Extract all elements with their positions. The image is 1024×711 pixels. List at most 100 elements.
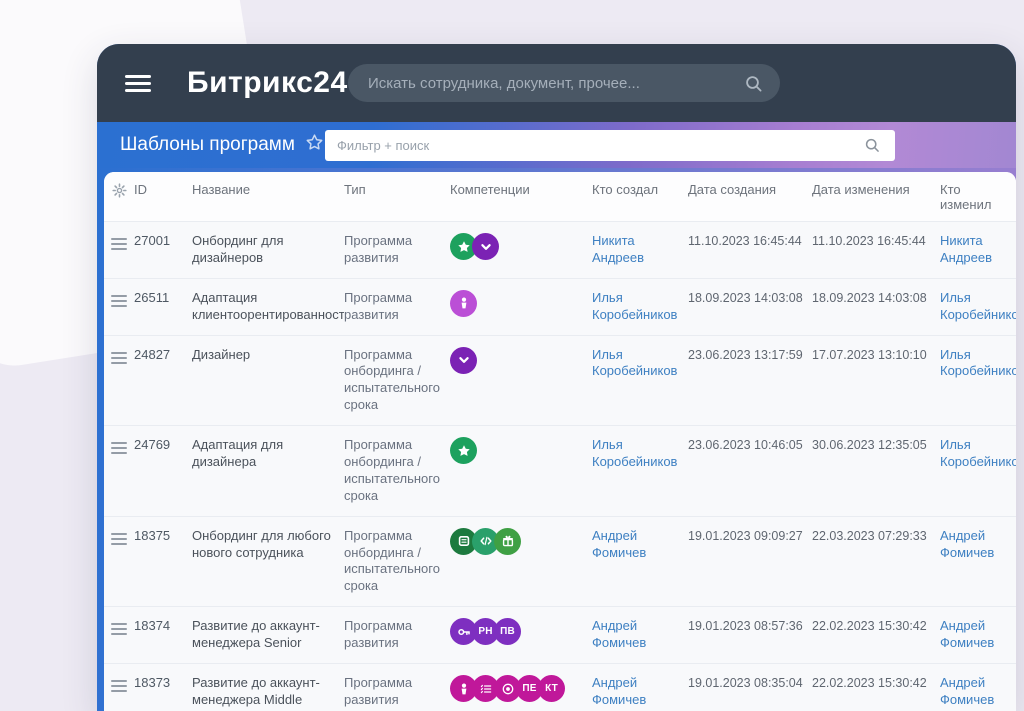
cell-modifier-link[interactable]: Илья Коробейников	[940, 290, 1016, 324]
cell-id: 24769	[134, 437, 171, 453]
favorite-star-icon[interactable]	[305, 133, 324, 157]
cell-creator-link[interactable]: Андрей Фомичев	[592, 528, 688, 562]
cell-modified-date: 17.07.2023 13:10:10	[812, 347, 927, 362]
competency-text-badge[interactable]: КТ	[538, 675, 565, 703]
cell-creator-link[interactable]: Андрей Фомичев	[592, 675, 688, 709]
cell-modifier-link[interactable]: Илья Коробейников	[940, 347, 1016, 381]
cell-name[interactable]: Онбординг для любого нового сотрудника	[192, 528, 344, 562]
cell-modified-date: 11.10.2023 16:45:44	[812, 234, 926, 248]
cell-modified-date: 22.02.2023 15:30:42	[812, 676, 927, 691]
cell-created-date: 23.06.2023 10:46:05	[688, 438, 803, 453]
cell-modified-date: 30.06.2023 12:35:05	[812, 438, 927, 453]
templates-grid: ID Название Тип Компетенции Кто создал Дата с…	[104, 172, 1016, 711]
cell-name[interactable]: Адаптация клиентоорентированность	[192, 290, 344, 324]
person-icon[interactable]	[450, 289, 477, 317]
cell-name[interactable]: Развитие до аккаунт-менеджера Senior	[192, 618, 344, 652]
cell-type: Программа онбординга / испытательного ср…	[344, 437, 440, 503]
row-drag-handle-icon[interactable]	[111, 620, 127, 638]
chevron-down-icon[interactable]	[450, 346, 477, 374]
column-header[interactable]: Дата создания	[688, 182, 812, 197]
cell-created-date: 19.01.2023 08:57:36	[688, 619, 803, 634]
cell-created-date: 18.09.2023 14:03:08	[688, 290, 803, 305]
row-drag-handle-icon[interactable]	[111, 235, 127, 253]
cell-competencies	[450, 527, 592, 555]
cell-name[interactable]: Развитие до аккаунт-менеджера Middle	[192, 675, 344, 709]
cell-creator-link[interactable]: Илья Коробейников	[592, 347, 688, 381]
column-header[interactable]: Кто изменил	[940, 182, 1016, 212]
cell-type: Программа развития	[344, 289, 413, 322]
cell-type: Программа онбординга / испытательного ср…	[344, 527, 440, 594]
table-row[interactable]: 18375 Онбординг для любого нового сотрудн…	[104, 515, 1016, 607]
content-area: ID Название Тип Компетенции Кто создал Дата с…	[97, 168, 1016, 711]
global-search-input[interactable]	[348, 64, 780, 102]
cell-type: Программа онбординга / испытательного ср…	[344, 346, 440, 413]
cell-id: 24827	[134, 346, 171, 362]
page-title: Шаблоны программ	[120, 134, 295, 155]
cell-competencies	[450, 346, 592, 374]
logo-text: Битрикс24	[187, 66, 348, 99]
cell-type: Программа развития	[344, 618, 413, 651]
row-drag-handle-icon[interactable]	[111, 530, 127, 548]
table-row[interactable]: 24827 Дизайнер Программа онбординга / испы…	[104, 334, 1016, 426]
cell-created-date: 11.10.2023 16:45:44	[688, 234, 802, 248]
filter-search-icon[interactable]	[865, 138, 880, 158]
cell-creator-link[interactable]: Никита Андреев	[592, 233, 688, 267]
logo[interactable]: Битрикс24	[187, 66, 370, 100]
star-icon[interactable]	[450, 437, 477, 465]
row-drag-handle-icon[interactable]	[111, 439, 127, 457]
table-header-row: ID Название Тип Компетенции Кто создал Дата с…	[104, 172, 1016, 221]
cell-competencies	[450, 233, 592, 260]
cell-id: 18374	[134, 618, 171, 634]
cell-type: Программа развития	[344, 233, 413, 265]
cell-created-date: 19.01.2023 08:35:04	[688, 676, 803, 691]
bitrix24-window: Битрикс24 Шаблоны программ IDНазваниеТип	[97, 44, 1016, 711]
cell-name[interactable]: Онбординг для дизайнеров	[192, 233, 344, 267]
cell-modifier-link[interactable]: Никита Андреев	[940, 233, 1016, 267]
cell-id: 18375	[134, 527, 171, 543]
search-icon[interactable]	[745, 75, 763, 98]
gift-icon[interactable]	[494, 527, 521, 555]
cell-id: 27001	[134, 233, 171, 248]
cell-creator-link[interactable]: Андрей Фомичев	[592, 618, 688, 652]
menu-icon[interactable]	[125, 71, 151, 96]
cell-modified-date: 18.09.2023 14:03:08	[812, 290, 927, 305]
page-toolbar: Шаблоны программ	[97, 122, 1016, 168]
table-row[interactable]: 24769 Адаптация для дизайнера Программа он…	[104, 425, 1016, 516]
column-header[interactable]: Дата изменения	[812, 182, 940, 197]
cell-competencies	[450, 289, 592, 317]
cell-type: Программа развития	[344, 675, 413, 707]
cell-competencies: ПЕ КТ	[450, 675, 592, 703]
top-navigation-bar: Битрикс24	[97, 44, 1016, 122]
row-drag-handle-icon[interactable]	[111, 292, 127, 310]
cell-id: 26511	[134, 289, 170, 305]
cell-creator-link[interactable]: Илья Коробейников	[592, 437, 688, 471]
cell-creator-link[interactable]: Илья Коробейников	[592, 290, 688, 324]
grid-settings-gear-icon[interactable]	[104, 182, 134, 198]
table-row[interactable]: 26511 Адаптация клиентоорентированность Пр…	[104, 277, 1016, 335]
cell-name[interactable]: Дизайнер	[192, 347, 344, 364]
filter-search-input[interactable]	[325, 130, 895, 161]
row-drag-handle-icon[interactable]	[111, 677, 127, 695]
cell-name[interactable]: Адаптация для дизайнера	[192, 437, 344, 471]
column-header[interactable]: Компетенции	[450, 182, 592, 197]
cell-modifier-link[interactable]: Андрей Фомичев	[940, 675, 1016, 709]
cell-id: 18373	[134, 675, 171, 691]
column-header[interactable]: Кто создал	[592, 182, 688, 197]
cell-competencies: РН ПВ	[450, 618, 592, 646]
cell-created-date: 23.06.2023 13:17:59	[688, 347, 803, 362]
column-header[interactable]: ID	[134, 182, 192, 197]
cell-modified-date: 22.03.2023 07:29:33	[812, 528, 927, 543]
column-header[interactable]: Тип	[344, 182, 450, 197]
table-row[interactable]: 18373 Развитие до аккаунт-менеджера Middl…	[104, 663, 1016, 711]
cell-modifier-link[interactable]: Илья Коробейников	[940, 437, 1016, 471]
competency-text-badge[interactable]: ПВ	[494, 618, 521, 646]
cell-modifier-link[interactable]: Андрей Фомичев	[940, 528, 1016, 562]
cell-created-date: 19.01.2023 09:09:27	[688, 528, 803, 543]
row-drag-handle-icon[interactable]	[111, 349, 127, 367]
cell-modifier-link[interactable]: Андрей Фомичев	[940, 618, 1016, 652]
cell-modified-date: 22.02.2023 15:30:42	[812, 619, 927, 634]
table-row[interactable]: 27001 Онбординг для дизайнеров Программа р…	[104, 221, 1016, 278]
column-header[interactable]: Название	[192, 182, 344, 197]
table-row[interactable]: 18374 Развитие до аккаунт-менеджера Senio…	[104, 606, 1016, 664]
chevron-down-icon[interactable]	[472, 233, 499, 260]
